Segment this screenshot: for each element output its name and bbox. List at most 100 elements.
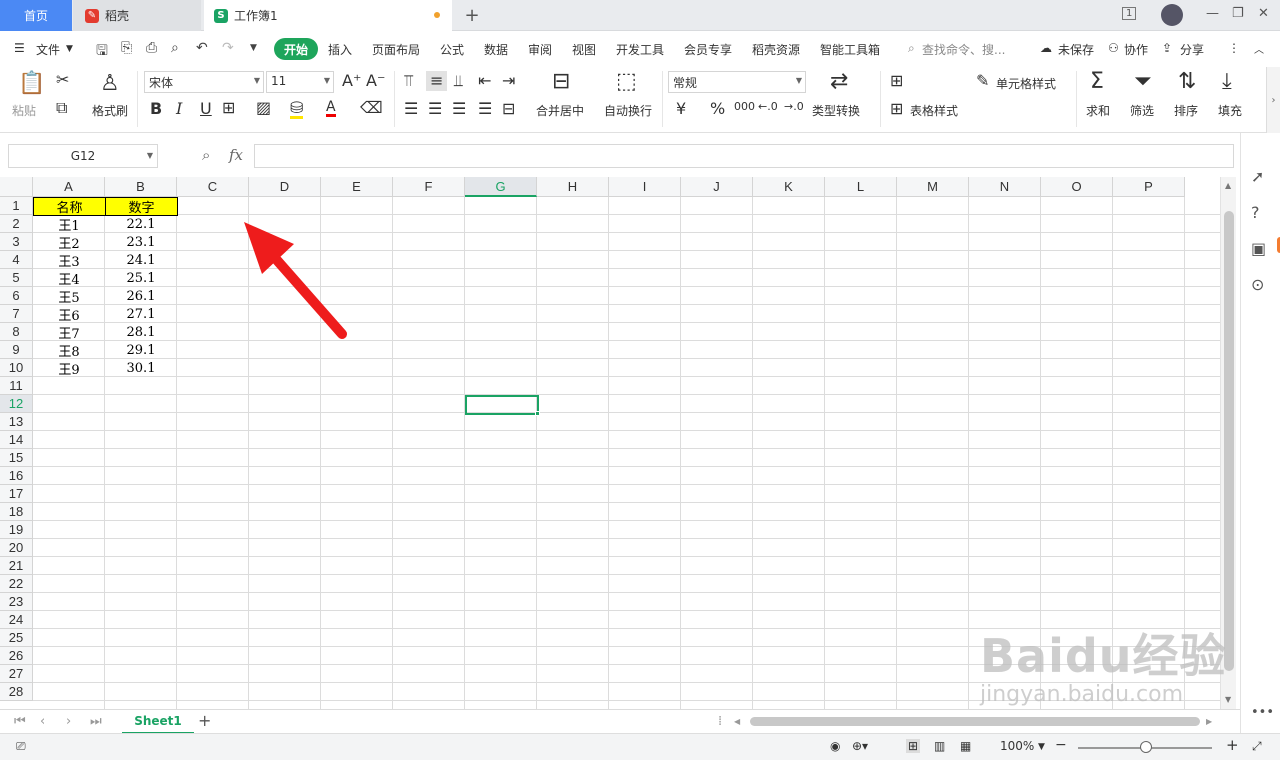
row-header-25[interactable]: 25 [0, 629, 33, 647]
data-cell[interactable]: 王5 [33, 287, 105, 306]
font-size-select[interactable]: 11 ▼ [266, 71, 334, 93]
redo-icon[interactable]: ↷ [222, 40, 234, 56]
type-convert-button[interactable]: 类型转换 [812, 102, 860, 119]
location-icon[interactable]: ⊙ [1251, 275, 1264, 294]
data-cell[interactable]: 王3 [33, 251, 105, 270]
print-preview-icon[interactable]: ⌕ [171, 40, 179, 56]
row-header-9[interactable]: 9 [0, 341, 33, 359]
column-header-o[interactable]: O [1041, 177, 1113, 197]
menu-data[interactable]: 数据 [484, 41, 508, 58]
unsaved-button[interactable]: 未保存 [1058, 41, 1094, 58]
row-header-5[interactable]: 5 [0, 269, 33, 287]
menu-formula[interactable]: 公式 [440, 41, 464, 58]
row-header-7[interactable]: 7 [0, 305, 33, 323]
column-header-g[interactable]: G [465, 177, 537, 197]
menu-member[interactable]: 会员专享 [684, 41, 732, 58]
cell-fill-pattern-icon[interactable]: ▨ [256, 100, 271, 116]
align-middle-icon[interactable]: ≡ [426, 71, 448, 91]
align-top-icon[interactable]: ⫪ [404, 73, 413, 89]
column-header-d[interactable]: D [249, 177, 321, 197]
decrease-font-icon[interactable]: A⁻ [366, 73, 385, 89]
data-cell[interactable]: 王2 [33, 233, 105, 252]
increase-decimal-icon[interactable]: ←.0 [758, 101, 778, 112]
export-icon[interactable]: ⎘ [121, 40, 132, 56]
row-header-10[interactable]: 10 [0, 359, 33, 377]
column-header-c[interactable]: C [177, 177, 249, 197]
clear-eraser-icon[interactable]: ⌫ [360, 100, 383, 116]
header-cell[interactable]: 名称 [33, 197, 106, 216]
scroll-left-icon[interactable]: ◀ [734, 717, 740, 726]
row-header-13[interactable]: 13 [0, 413, 33, 431]
filter-icon[interactable]: ⏷ [1134, 71, 1152, 93]
row-header-26[interactable]: 26 [0, 647, 33, 665]
row-header-12[interactable]: 12 [0, 395, 33, 413]
align-bottom-icon[interactable]: ⫫ [454, 73, 463, 89]
column-header-e[interactable]: E [321, 177, 393, 197]
decrease-indent-icon[interactable]: ⇤ [478, 73, 491, 89]
zoom-level-select[interactable]: 100% [1000, 739, 1034, 753]
wrap-text-icon[interactable]: ⬚ [616, 71, 637, 93]
menu-page-layout[interactable]: 页面布局 [372, 41, 420, 58]
command-search-input[interactable]: 查找命令、搜... [922, 41, 1005, 58]
data-cell[interactable]: 30.1 [105, 359, 177, 377]
new-tab-button[interactable]: + [462, 0, 482, 31]
sort-icon[interactable]: ⇅ [1178, 71, 1196, 93]
row-header-21[interactable]: 21 [0, 557, 33, 575]
row-header-23[interactable]: 23 [0, 593, 33, 611]
increase-indent-icon[interactable]: ⇥ [502, 73, 515, 89]
border-icon[interactable]: ⊞ [222, 100, 235, 116]
font-color-button[interactable]: A [326, 100, 336, 117]
merge-center-icon[interactable]: ⊟ [552, 71, 570, 93]
data-cell[interactable]: 25.1 [105, 269, 177, 287]
zoom-out-button[interactable]: − [1055, 737, 1067, 753]
row-header-27[interactable]: 27 [0, 665, 33, 683]
chevron-down-icon[interactable]: ▼ [1038, 742, 1045, 752]
tab-daoke[interactable]: ✎ 稻壳 [73, 0, 201, 31]
menu-review[interactable]: 审阅 [528, 41, 552, 58]
row-header-24[interactable]: 24 [0, 611, 33, 629]
row-header-14[interactable]: 14 [0, 431, 33, 449]
page-count-badge[interactable]: 1 [1122, 7, 1137, 20]
row-header-16[interactable]: 16 [0, 467, 33, 485]
row-header-15[interactable]: 15 [0, 449, 33, 467]
cell-style-icon[interactable]: ✎ [976, 73, 989, 89]
sum-button[interactable]: 求和 [1086, 102, 1110, 119]
row-header-2[interactable]: 2 [0, 215, 33, 233]
menu-developer[interactable]: 开发工具 [616, 41, 664, 58]
data-cell[interactable]: 27.1 [105, 305, 177, 323]
column-header-j[interactable]: J [681, 177, 753, 197]
vertical-scrollbar[interactable]: ▲ ▼ [1220, 177, 1236, 709]
paste-label[interactable]: 粘贴 [12, 102, 36, 119]
zoom-slider-knob[interactable] [1140, 741, 1152, 753]
scroll-down-icon[interactable]: ▼ [1225, 695, 1231, 704]
name-box[interactable]: G12 ▼ [8, 144, 158, 168]
data-cell[interactable]: 26.1 [105, 287, 177, 305]
vertical-scroll-thumb[interactable] [1224, 211, 1234, 671]
conditional-format-icon[interactable]: ⊞ [890, 73, 903, 89]
data-cell[interactable]: 王9 [33, 359, 105, 378]
type-convert-icon[interactable]: ⇄ [830, 71, 848, 93]
cut-icon[interactable]: ✂ [56, 72, 69, 88]
minimize-icon[interactable]: — [1206, 6, 1219, 21]
fx-button[interactable]: fx [229, 146, 243, 164]
data-cell[interactable]: 29.1 [105, 341, 177, 359]
row-header-20[interactable]: 20 [0, 539, 33, 557]
help-icon[interactable]: ? [1251, 203, 1260, 222]
fill-color-icon[interactable]: ⛁ [290, 100, 304, 119]
prev-sheet-icon[interactable]: ‹ [40, 714, 45, 729]
column-header-p[interactable]: P [1113, 177, 1185, 197]
table-style-icon[interactable]: ⊞ [890, 101, 903, 117]
data-cell[interactable]: 王7 [33, 323, 105, 342]
fill-handle[interactable] [535, 411, 540, 416]
ribbon-scroll-right-icon[interactable]: › [1266, 67, 1280, 133]
menu-view[interactable]: 视图 [572, 41, 596, 58]
data-cell[interactable]: 28.1 [105, 323, 177, 341]
column-header-m[interactable]: M [897, 177, 969, 197]
number-format-select[interactable]: 常规 ▼ [668, 71, 806, 93]
fill-icon[interactable]: ⤓ [1222, 71, 1232, 93]
column-header-i[interactable]: I [609, 177, 681, 197]
paste-icon[interactable]: 📋 [18, 73, 45, 95]
sum-icon[interactable]: Σ [1090, 71, 1104, 93]
macro-record-icon[interactable]: ⎚ [16, 739, 26, 754]
more-horizontal-icon[interactable]: ••• [1251, 705, 1274, 720]
